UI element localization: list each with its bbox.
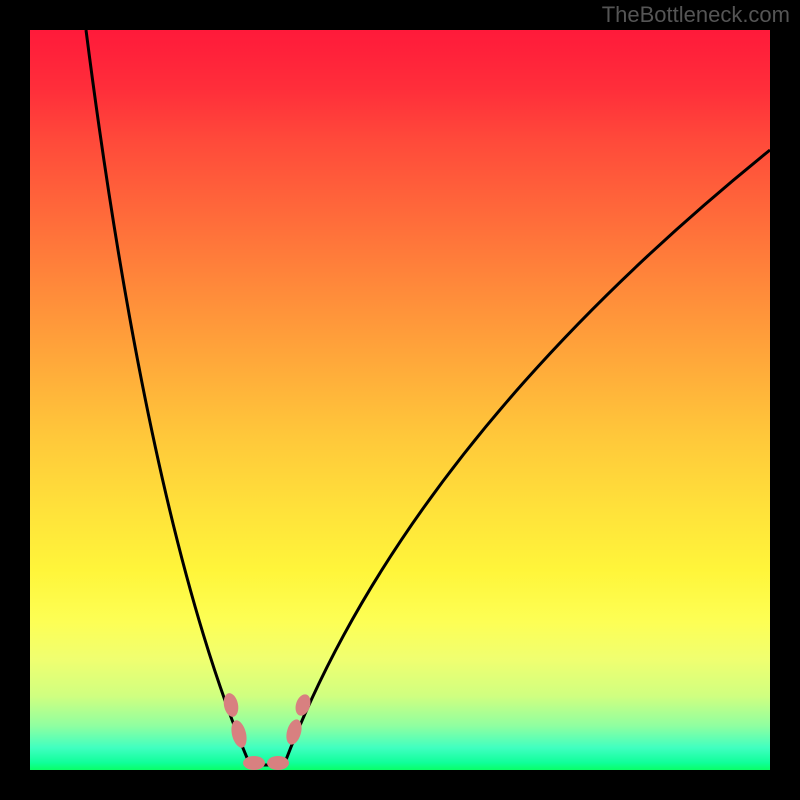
curve-marker bbox=[243, 756, 265, 770]
curve-marker bbox=[293, 692, 313, 717]
watermark-text: TheBottleneck.com bbox=[602, 2, 790, 28]
bottleneck-curve bbox=[86, 30, 770, 765]
chart-curves-svg bbox=[30, 30, 770, 770]
chart-plot-area bbox=[30, 30, 770, 770]
curve-marker bbox=[267, 756, 289, 770]
